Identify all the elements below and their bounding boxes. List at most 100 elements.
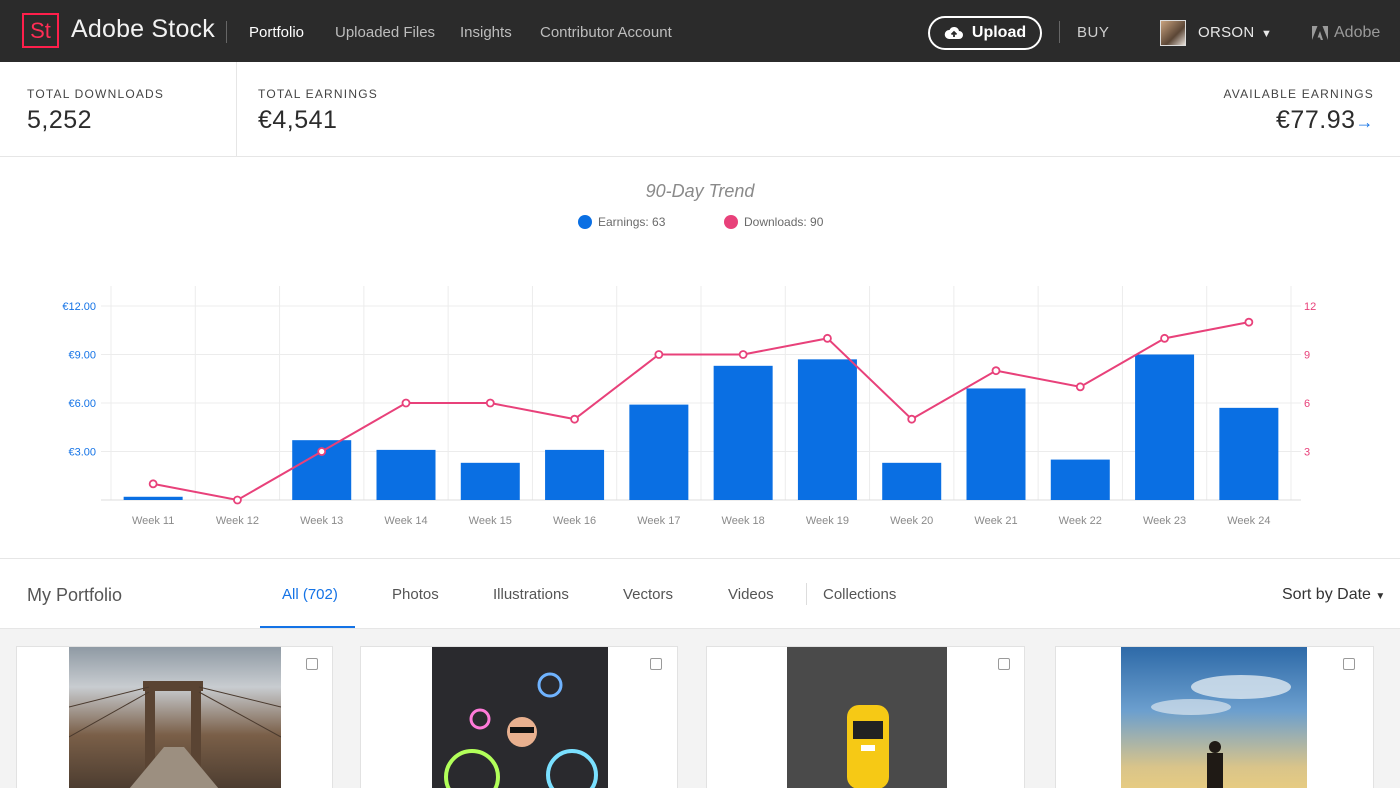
x-tick-label: Week 12 (216, 515, 259, 527)
tab-divider (806, 583, 807, 605)
y-right-tick-label: 12 (1304, 301, 1316, 313)
portfolio-card[interactable] (1055, 646, 1374, 788)
x-tick-label: Week 11 (132, 515, 174, 527)
portfolio-grid (0, 629, 1400, 788)
x-tick-label: Week 22 (1059, 515, 1102, 527)
x-tick-label: Week 23 (1143, 515, 1186, 527)
select-checkbox[interactable] (1343, 658, 1355, 670)
trend-chart: 90-Day Trend Earnings: 63 Downloads: 90 … (0, 157, 1400, 559)
select-checkbox[interactable] (650, 658, 662, 670)
portfolio-card[interactable] (360, 646, 678, 788)
earnings-bar (797, 359, 857, 500)
downloads-point (148, 479, 158, 489)
tab-vectors[interactable]: Vectors (623, 586, 673, 603)
x-tick-label: Week 13 (300, 515, 343, 527)
total-downloads-value: 5,252 (27, 106, 93, 134)
adobe-a-icon (1312, 26, 1328, 40)
tab-illustrations[interactable]: Illustrations (493, 586, 569, 603)
y-right-tick-label: 3 (1304, 447, 1310, 459)
portfolio-header: My Portfolio All (702) Photos Illustrati… (0, 559, 1400, 629)
earnings-bar (1219, 407, 1279, 500)
taxi-photo-art (847, 705, 889, 788)
bridge-photo-art (68, 681, 282, 788)
avatar[interactable] (1160, 20, 1186, 46)
sort-dropdown[interactable]: Sort by Date ▼ (1282, 586, 1385, 604)
chart-canvas: €3.00 3 €6.00 6 €9.00 9 €12.00 12 Week 11 Week 12… (62, 286, 1316, 527)
header-divider (226, 21, 227, 43)
earnings-bar (1135, 354, 1195, 500)
adobe-stock-logo[interactable]: St (22, 13, 59, 48)
x-tick-label: Week 21 (974, 515, 1017, 527)
adobe-label: Adobe (1334, 24, 1381, 41)
select-checkbox[interactable] (306, 658, 318, 670)
y-left-tick-label: €3.00 (68, 447, 96, 459)
portfolio-card[interactable] (16, 646, 333, 788)
sort-label: Sort by Date (1282, 586, 1371, 603)
y-left-tick-label: €9.00 (68, 350, 96, 362)
downloads-point (485, 398, 495, 408)
tab-videos[interactable]: Videos (728, 586, 774, 603)
x-tick-label: Week 19 (806, 515, 849, 527)
x-tick-label: Week 16 (553, 515, 596, 527)
total-earnings-label: TOTAL EARNINGS (258, 87, 378, 101)
downloads-point (233, 495, 242, 505)
earnings-bar (545, 449, 605, 500)
tab-all[interactable]: All (702) (282, 586, 338, 603)
bridge-photo-thumbnail[interactable] (68, 647, 282, 788)
upload-label: Upload (971, 24, 1027, 41)
downloads-point (823, 333, 832, 343)
nav-contributor-account[interactable]: Contributor Account (540, 24, 672, 41)
bubbles-photo-art (444, 672, 598, 788)
buy-link[interactable]: BUY (1077, 24, 1109, 41)
available-earnings-label: AVAILABLE EARNINGS (1223, 87, 1374, 101)
downloads-point (907, 414, 917, 424)
downloads-point (1075, 382, 1085, 392)
total-downloads-label: TOTAL DOWNLOADS (27, 87, 165, 101)
bubbles-photo-thumbnail[interactable] (432, 647, 608, 788)
x-tick-label: Week 17 (637, 515, 680, 527)
downloads-point (317, 447, 327, 456)
nav-insights[interactable]: Insights (460, 24, 512, 41)
active-tab-indicator (260, 626, 355, 628)
nav-portfolio[interactable]: Portfolio (249, 24, 304, 41)
earnings-bar (713, 365, 773, 500)
earnings-bar (966, 388, 1026, 500)
total-earnings-value: €4,541 (258, 106, 338, 134)
select-checkbox[interactable] (998, 658, 1010, 670)
adobe-logo[interactable]: Adobe (1312, 24, 1380, 42)
downloads-point (654, 350, 664, 359)
portfolio-title: My Portfolio (27, 585, 123, 605)
earnings-bar (460, 462, 520, 500)
earnings-bar (123, 496, 183, 500)
upload-button[interactable]: Upload (928, 16, 1042, 50)
downloads-point (401, 398, 411, 408)
downloads-point (738, 350, 748, 359)
x-tick-label: Week 14 (384, 515, 427, 527)
y-right-tick-label: 6 (1304, 398, 1310, 410)
nav-uploaded-files[interactable]: Uploaded Files (335, 24, 435, 41)
chevron-down-icon: ▼ (1260, 28, 1273, 40)
sunset-photo-thumbnail[interactable] (1121, 647, 1307, 788)
taxi-photo-thumbnail[interactable] (787, 647, 947, 788)
available-earnings-link[interactable]: €77.93→ (1276, 106, 1374, 135)
available-earnings-value: €77.93 (1276, 106, 1356, 134)
y-right-tick-label: 9 (1304, 350, 1310, 362)
earnings-bar (882, 462, 942, 500)
arrow-right-icon: → (1355, 112, 1374, 132)
downloads-point (991, 366, 1001, 376)
brand-name[interactable]: Adobe Stock (71, 15, 215, 44)
tab-collections[interactable]: Collections (823, 586, 896, 603)
earnings-bar (629, 404, 689, 500)
user-menu[interactable]: ORSON ▼ (1198, 24, 1272, 41)
downloads-point (1244, 317, 1254, 327)
portfolio-card[interactable] (706, 646, 1025, 788)
tab-photos[interactable]: Photos (392, 586, 439, 603)
x-tick-label: Week 20 (890, 515, 933, 527)
header-divider (1059, 21, 1060, 43)
chevron-down-icon: ▼ (1375, 591, 1386, 602)
y-left-tick-label: €6.00 (68, 398, 96, 410)
earnings-bar (1050, 459, 1110, 500)
sunset-photo-art (1151, 675, 1291, 788)
downloads-point (570, 414, 579, 424)
stats-divider (236, 62, 237, 157)
